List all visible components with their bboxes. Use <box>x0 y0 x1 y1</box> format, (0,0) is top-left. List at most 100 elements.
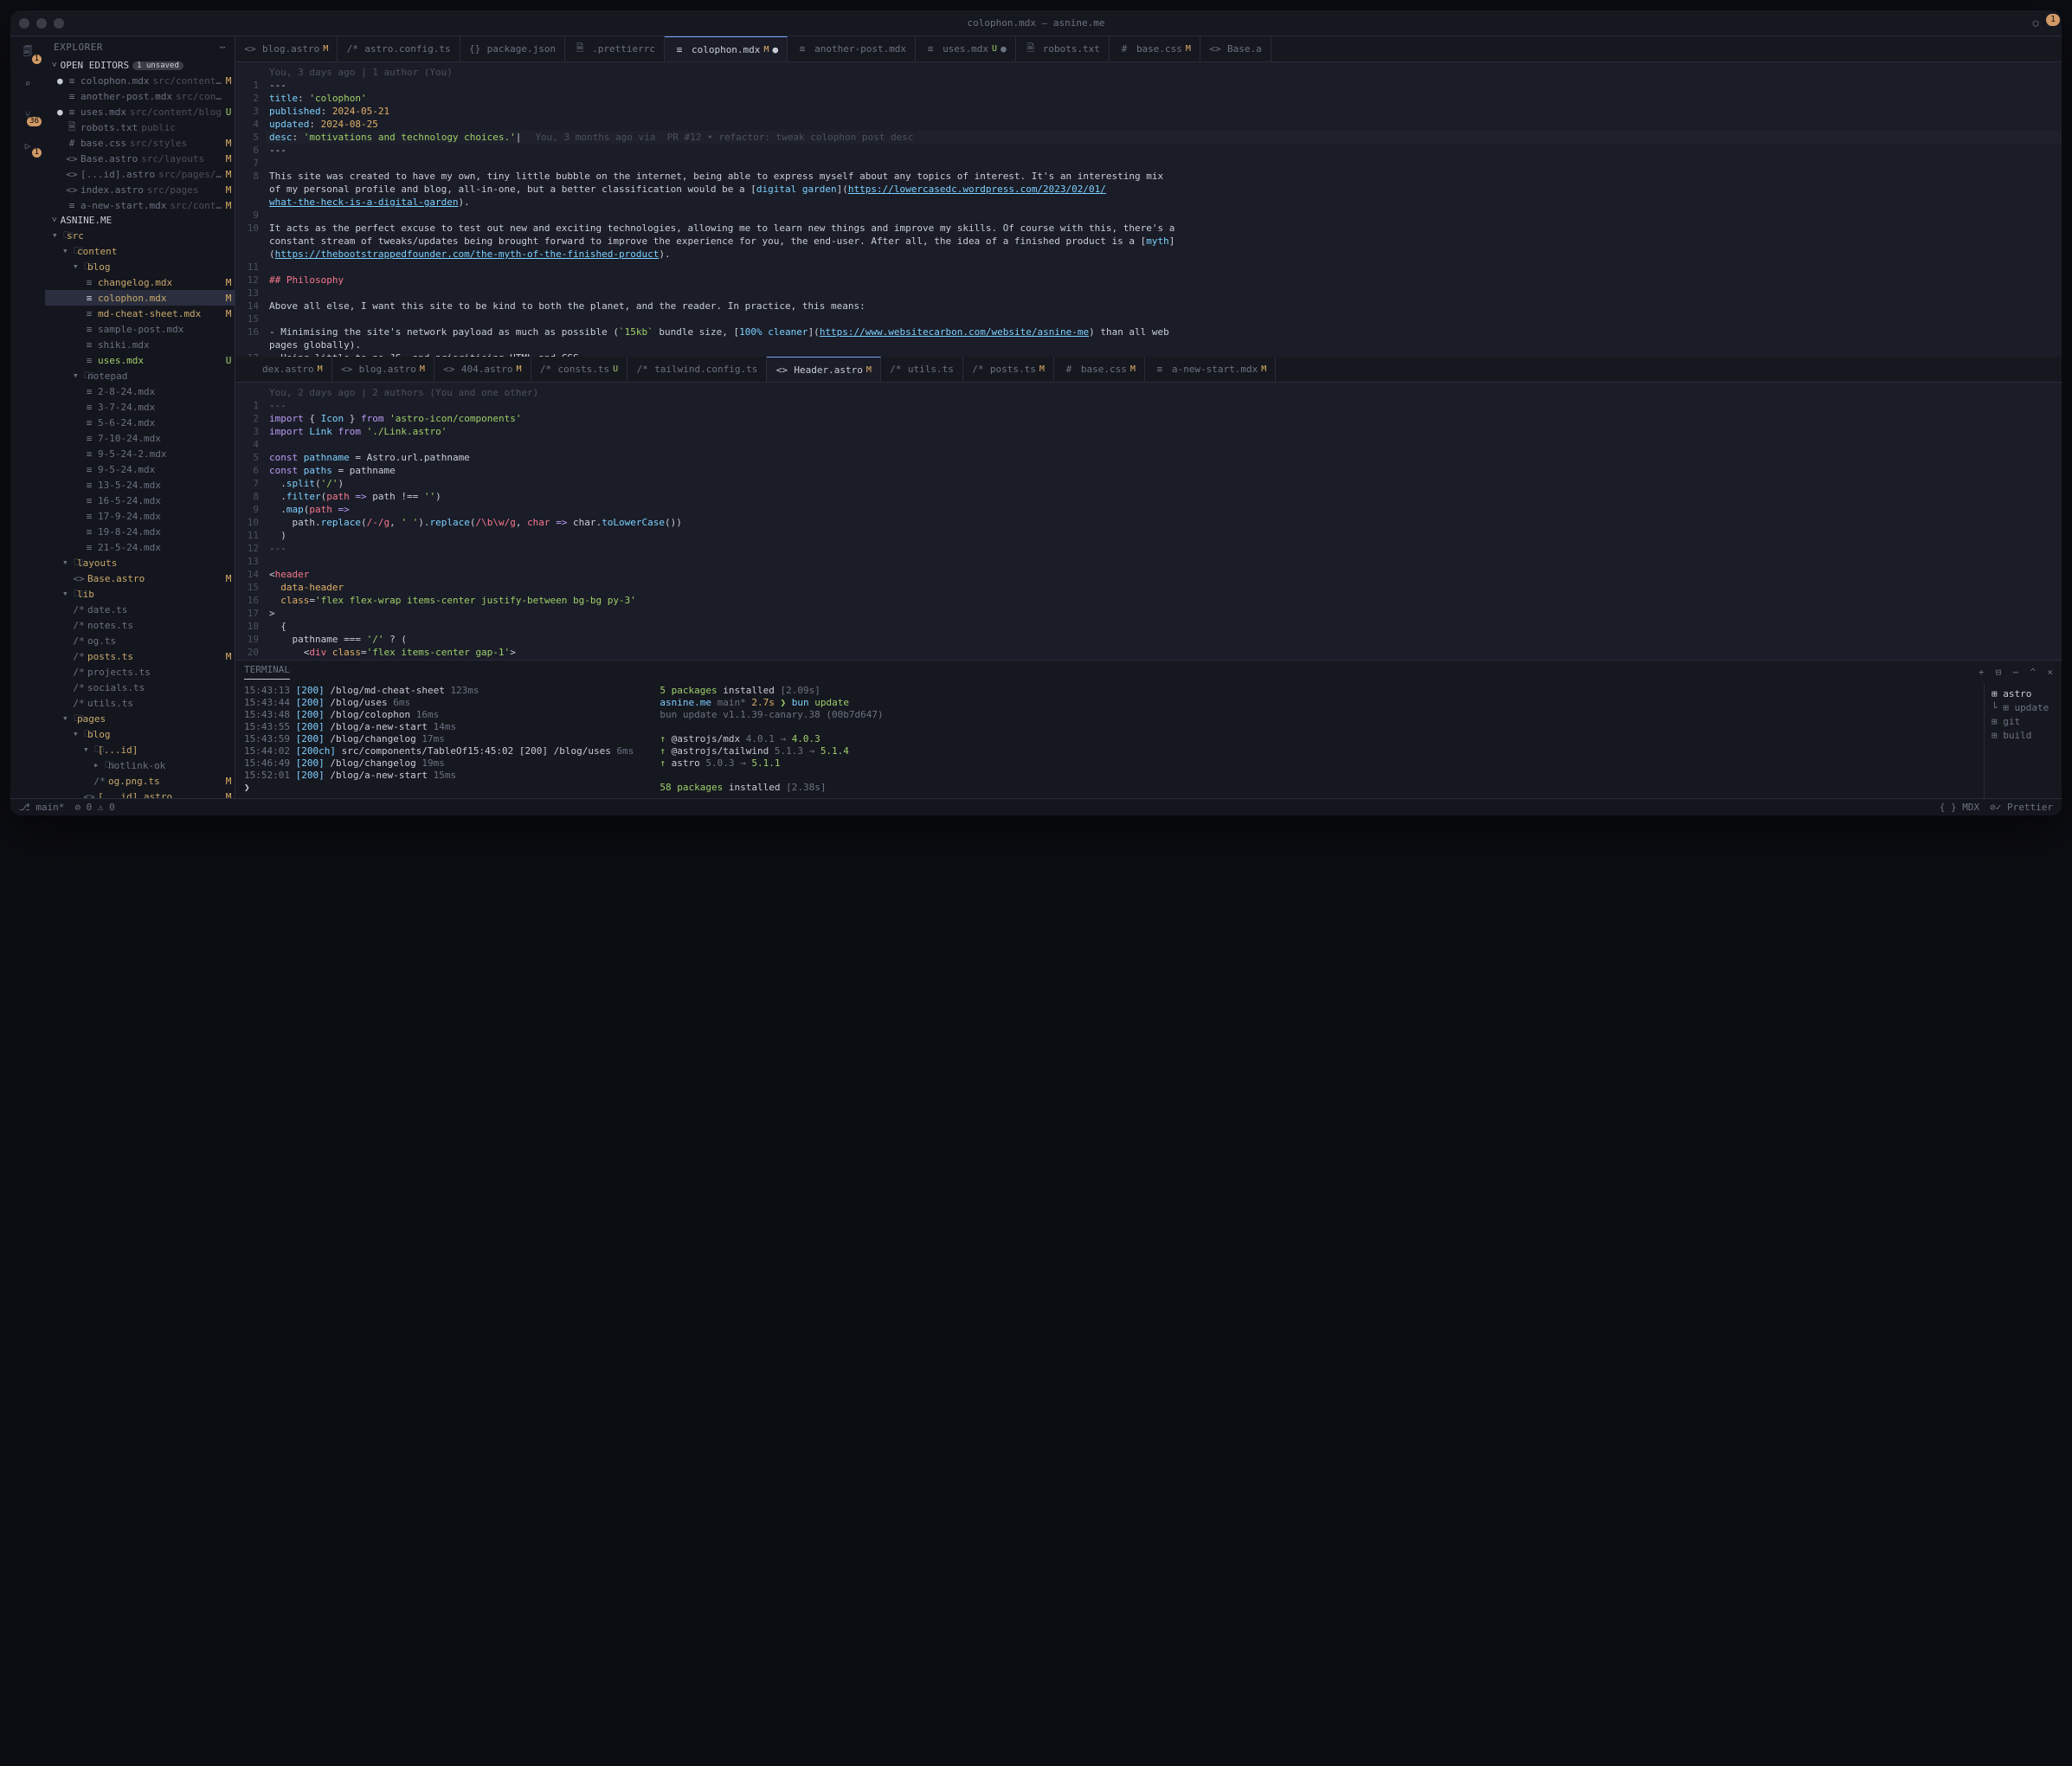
tree-item[interactable]: ≡16-5-24.mdx <box>45 493 235 508</box>
more-icon[interactable]: ⋯ <box>220 42 226 53</box>
files-icon[interactable]: 🗐1 <box>17 42 38 62</box>
editor-tab[interactable]: ≡another-post.mdx <box>788 36 916 61</box>
code-line[interactable]: title: 'colophon' <box>266 92 2062 105</box>
tree-item[interactable]: ≡sample-post.mdx <box>45 321 235 337</box>
more-icon[interactable]: ⋯ <box>2013 667 2019 678</box>
status-item[interactable]: { } MDX <box>1940 802 1979 813</box>
tree-item[interactable]: ▾ 🗀[...id] <box>45 742 235 757</box>
tree-item[interactable]: ≡uses.mdx U <box>45 352 235 368</box>
min-dot[interactable] <box>36 18 47 29</box>
split-terminal-icon[interactable]: ⊟ <box>1996 667 2002 678</box>
tree-item[interactable]: ≡2-8-24.mdx <box>45 383 235 399</box>
code-line[interactable]: what-the-heck-is-a-digital-garden). <box>266 196 2062 209</box>
tree-item[interactable]: ≡3-7-24.mdx <box>45 399 235 415</box>
code-line[interactable]: .filter(path => path !== '') <box>266 490 2062 503</box>
code-line[interactable] <box>266 438 2062 451</box>
code-line[interactable]: It acts as the perfect excuse to test ou… <box>266 222 2062 235</box>
code-line[interactable]: constant stream of tweaks/updates being … <box>266 235 2062 248</box>
search-icon[interactable]: ⌕ <box>17 73 38 93</box>
tree-item[interactable]: ≡9-5-24-2.mdx <box>45 446 235 461</box>
editor-tab[interactable]: {}package.json <box>460 36 565 61</box>
editor-tab[interactable]: <>404.astro M <box>434 357 531 382</box>
tree-item[interactable]: ≡shiki.mdx <box>45 337 235 352</box>
terminal-task[interactable]: ⊞ astro <box>1992 686 2055 700</box>
code-line[interactable]: .split('/') <box>266 477 2062 490</box>
editor-tab[interactable]: dex.astro M <box>235 357 332 382</box>
code-line[interactable]: import { Icon } from 'astro-icon/compone… <box>266 412 2062 425</box>
code-line[interactable]: const pathname = Astro.url.pathname <box>266 451 2062 464</box>
tree-item[interactable]: ≡9-5-24.mdx <box>45 461 235 477</box>
editor-tab[interactable]: /*tailwind.config.ts <box>627 357 767 382</box>
tree-item[interactable]: ≡21-5-24.mdx <box>45 539 235 555</box>
open-editor-item[interactable]: <> [...id].astrosrc/pages/blog M <box>45 166 235 182</box>
code-line[interactable]: This site was created to have my own, ti… <box>266 170 2062 183</box>
editor-tab[interactable]: /*posts.ts M <box>963 357 1054 382</box>
open-editor-item[interactable]: ≡ a-new-start.mdxsrc/conten... M <box>45 197 235 213</box>
editor-tab[interactable]: /*astro.config.ts <box>338 36 460 61</box>
debug-icon[interactable]: ▷1 <box>17 135 38 156</box>
open-editor-item[interactable]: ●≡ colophon.mdxsrc/content/bl... M <box>45 73 235 88</box>
tree-item[interactable]: /*og.png.ts M <box>45 773 235 789</box>
tree-item[interactable]: ≡changelog.mdx M <box>45 274 235 290</box>
tree-item[interactable]: ▾ 🗀lib <box>45 586 235 602</box>
code-line[interactable]: published: 2024-05-21 <box>266 105 2062 118</box>
close-dot[interactable] <box>19 18 29 29</box>
terminal-task[interactable]: ⊞ build <box>1992 728 2055 742</box>
branch-indicator[interactable]: ⎇ main* <box>19 802 64 813</box>
terminal-tab[interactable]: TERMINAL <box>244 664 290 680</box>
tree-item[interactable]: <>[...id].astro M <box>45 789 235 798</box>
code-line[interactable] <box>266 157 2062 170</box>
open-editor-item[interactable]: ●≡ uses.mdxsrc/content/blog U <box>45 104 235 119</box>
code-line[interactable]: .map(path => <box>266 503 2062 516</box>
code-line[interactable]: --- <box>266 79 2062 92</box>
tree-item[interactable]: ▾ 🗀src <box>45 228 235 243</box>
editor-1[interactable]: 1234567891011121314151617 You, 3 days ag… <box>235 62 2062 357</box>
tree-item[interactable]: ≡5-6-24.mdx <box>45 415 235 430</box>
tree-item[interactable]: ≡7-10-24.mdx <box>45 430 235 446</box>
tree-item[interactable]: ≡md-cheat-sheet.mdx M <box>45 306 235 321</box>
code-line[interactable]: of my personal profile and blog, all-in-… <box>266 183 2062 196</box>
notifications-icon[interactable]: ⚙1 <box>2047 17 2053 29</box>
tree-item[interactable]: /*date.ts <box>45 602 235 617</box>
editor-tab[interactable]: 🗎robots.txt <box>1016 36 1110 61</box>
editor-tab[interactable]: 🗎.prettierrc <box>565 36 665 61</box>
code-line[interactable]: const paths = pathname <box>266 464 2062 477</box>
code-line[interactable]: --- <box>266 542 2062 555</box>
code-line[interactable] <box>266 555 2062 568</box>
code-line[interactable]: ) <box>266 529 2062 542</box>
editor-tab[interactable]: ≡colophon.mdx M ● <box>665 36 788 61</box>
tree-item[interactable]: ≡colophon.mdx M <box>45 290 235 306</box>
code-line[interactable]: pages globally). <box>266 338 2062 351</box>
tree-item[interactable]: ▾ 🗀content <box>45 243 235 259</box>
code-line[interactable]: - Using little to no JS, and prioritisin… <box>266 351 2062 357</box>
open-editors-header[interactable]: ˅ OPEN EDITORS 1 unsaved <box>45 58 235 73</box>
tree-item[interactable]: /*notes.ts <box>45 617 235 633</box>
code-line[interactable]: - Minimising the site's network payload … <box>266 325 2062 338</box>
editor-tab[interactable]: <>Base.a <box>1200 36 1271 61</box>
max-dot[interactable] <box>54 18 64 29</box>
open-editor-item[interactable]: <> index.astrosrc/pages M <box>45 182 235 197</box>
editor-tab[interactable]: <>blog.astro M <box>235 36 338 61</box>
terminal-task[interactable]: ⊞ git <box>1992 714 2055 728</box>
project-header[interactable]: ˅ ASNINE.ME <box>45 213 235 228</box>
code-line[interactable]: desc: 'motivations and technology choice… <box>266 131 2062 144</box>
status-item[interactable]: ⊘✓ Prettier <box>1990 802 2053 813</box>
open-editor-item[interactable]: <> Base.astrosrc/layouts M <box>45 151 235 166</box>
code-line[interactable]: import Link from './Link.astro' <box>266 425 2062 438</box>
problems-indicator[interactable]: ⊘ 0 ⚠ 0 <box>74 802 114 813</box>
code-line[interactable]: { <box>266 620 2062 633</box>
editor-tab[interactable]: <>Header.astro M <box>767 357 881 382</box>
terminal-task[interactable]: └ ⊞ update <box>1992 700 2055 714</box>
maximize-icon[interactable]: ^ <box>2030 667 2037 678</box>
scm-icon[interactable]: ⑂36 <box>17 104 38 125</box>
code-line[interactable]: data-header <box>266 581 2062 594</box>
open-editor-item[interactable]: # base.csssrc/styles M <box>45 135 235 151</box>
code-line[interactable]: --- <box>266 144 2062 157</box>
editor-tab[interactable]: <>blog.astro M <box>332 357 434 382</box>
code-line[interactable]: <header <box>266 568 2062 581</box>
open-editor-item[interactable]: ≡ another-post.mdxsrc/content/blog <box>45 88 235 104</box>
editor-2[interactable]: 12345678910111213141516171819202122 You,… <box>235 383 2062 660</box>
tree-item[interactable]: <>Base.astro M <box>45 570 235 586</box>
code-line[interactable]: path.replace(/-/g, ' ').replace(/\b\w/g,… <box>266 516 2062 529</box>
terminal-output[interactable]: 15:43:13 [200] /blog/md-cheat-sheet 123m… <box>235 683 1984 798</box>
